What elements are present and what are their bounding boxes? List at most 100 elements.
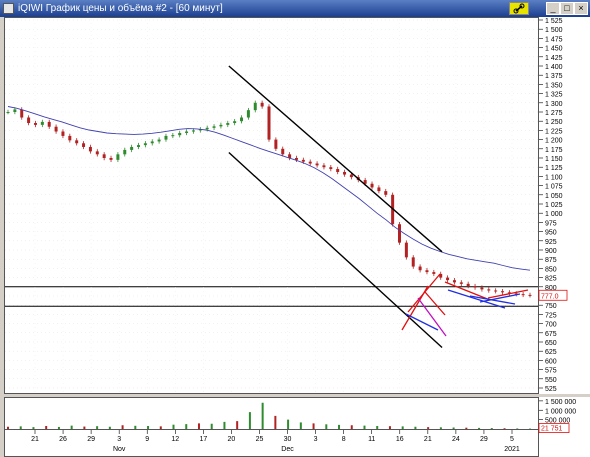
time-tick-label: 21 [31, 436, 39, 443]
time-tick-label: 29 [480, 436, 488, 443]
price-tick-label: 625 [545, 349, 557, 356]
price-candle [157, 139, 161, 142]
price-tick-label: 1 075 [545, 184, 563, 191]
price-tick-label: 650 [545, 340, 557, 347]
price-candle [13, 109, 17, 112]
time-tick-label: 16 [396, 436, 404, 443]
price-candle [459, 282, 463, 284]
price-tick-label: 1 175 [545, 147, 563, 154]
price-tick-label: 1 025 [545, 202, 563, 209]
price-tick-label: 525 [545, 386, 557, 393]
time-tick-label: 3 [117, 436, 121, 443]
price-candle [384, 191, 388, 195]
price-candle [116, 154, 120, 160]
time-tick-label: 5 [510, 436, 514, 443]
volume-bar [261, 402, 264, 429]
price-candle [219, 124, 223, 127]
price-candle [40, 121, 44, 125]
volume-bar [465, 427, 468, 429]
chart-window: iQIWI График цены и объёма #2 - [60 мину… [0, 0, 590, 457]
volume-bar [388, 426, 391, 429]
price-candle [377, 187, 381, 192]
price-candle [233, 121, 237, 124]
volume-bar [503, 428, 506, 429]
volume-bar [312, 423, 315, 429]
price-tick-label: 975 [545, 220, 557, 227]
price-candle [425, 270, 429, 273]
price-candle [102, 154, 106, 158]
price-candle [267, 106, 271, 140]
last-volume-label: 21 751 [541, 426, 563, 433]
price-tick-label: 550 [545, 377, 557, 384]
price-candle [343, 171, 347, 175]
price-tick-label: 700 [545, 322, 557, 329]
volume-bar [350, 425, 353, 429]
price-candle [329, 167, 333, 170]
price-tick-label: 1 050 [545, 193, 563, 200]
price-candle [260, 102, 264, 107]
price-candle [336, 169, 340, 172]
price-tick-label: 1 400 [545, 64, 563, 71]
volume-bar [376, 426, 379, 429]
price-candle [432, 272, 436, 274]
volume-bar [478, 427, 481, 429]
price-candle [178, 132, 182, 136]
volume-bar [274, 415, 277, 429]
price-tick-label: 1 150 [545, 156, 563, 163]
price-tick-label: 1 500 [545, 27, 563, 34]
time-tick-label: 24 [452, 436, 460, 443]
volume-bar [96, 426, 99, 429]
price-candle [61, 131, 65, 136]
price-candle [398, 224, 401, 243]
price-candle [68, 135, 72, 141]
price-tick-label: 1 225 [545, 128, 563, 135]
price-tick-label: 1 450 [545, 46, 563, 53]
volume-bar [172, 424, 175, 429]
price-candle [33, 123, 37, 125]
time-tick-label: 8 [342, 436, 346, 443]
price-candle [95, 151, 99, 155]
volume-bar [197, 423, 200, 429]
price-tick-label: 925 [545, 239, 557, 246]
price-candle [253, 102, 257, 111]
price-tick-label: 1 250 [545, 119, 563, 126]
trend-channel-line [228, 65, 443, 253]
price-tick-label: 1 325 [545, 92, 563, 99]
price-tick-label: 575 [545, 368, 557, 375]
volume-bar [83, 426, 86, 429]
volume-bar [401, 426, 404, 429]
price-candle [20, 109, 24, 118]
price-candle [322, 165, 326, 168]
price-candle [88, 146, 92, 152]
volume-tick-label: 1 500 000 [545, 399, 576, 406]
price-candle [281, 148, 285, 155]
price-tick-label: 1 350 [545, 82, 563, 89]
volume-bar [452, 427, 455, 429]
month-label: Dec [281, 446, 294, 453]
price-candle [123, 149, 127, 155]
price-tick-label: 950 [545, 230, 557, 237]
price-candle [528, 294, 532, 296]
price-candle [446, 277, 450, 281]
price-tick-label: 825 [545, 276, 557, 283]
volume-bar [414, 426, 417, 429]
volume-bar [363, 425, 366, 429]
time-tick-label: 20 [228, 436, 236, 443]
price-candle [274, 139, 278, 149]
price-tick-label: 875 [545, 257, 557, 264]
volume-bar [108, 426, 111, 429]
month-label: Nov [113, 446, 126, 453]
price-candle [501, 291, 505, 293]
volume-bar [223, 421, 226, 429]
price-candle [246, 110, 250, 118]
volume-bar [147, 426, 150, 429]
time-tick-label: 17 [199, 436, 207, 443]
price-candle [185, 131, 189, 133]
volume-bar [299, 422, 302, 429]
price-candle [494, 290, 498, 292]
volume-bar [134, 425, 137, 429]
volume-bar [439, 427, 442, 429]
volume-bar [32, 427, 35, 429]
last-price-label: 777.0 [541, 293, 559, 300]
drawn-markup-line [405, 313, 439, 331]
